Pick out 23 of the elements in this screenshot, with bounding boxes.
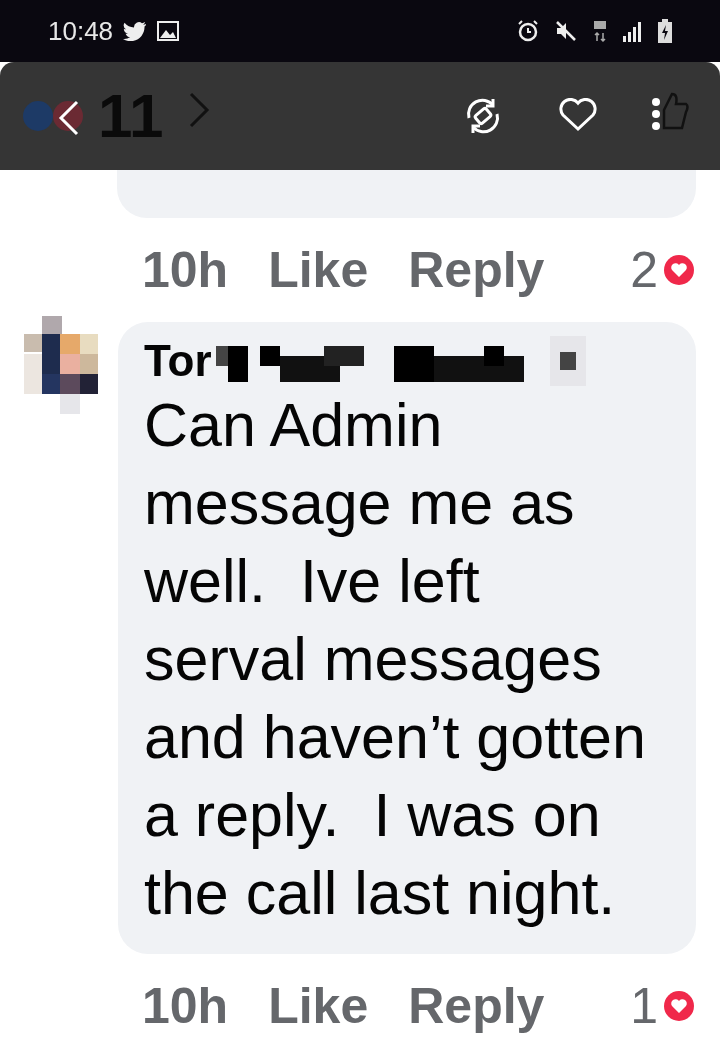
- author-name[interactable]: Tor: [144, 336, 212, 386]
- heart-icon[interactable]: [558, 98, 598, 132]
- battery-icon: [658, 19, 672, 43]
- reply-link[interactable]: Reply: [408, 241, 545, 299]
- heart-reaction-icon: [664, 255, 694, 285]
- like-link[interactable]: Like: [268, 977, 369, 1035]
- comment-time: 10h: [142, 977, 229, 1035]
- comment-text: Can Admin message me as well. Ive left serval messages and haven’t gotten a reply. I was on the call last night.: [144, 390, 647, 929]
- reaction-icons: [22, 100, 86, 132]
- image-icon: [157, 21, 180, 41]
- alarm-icon: [516, 19, 540, 43]
- comment-time: 10h: [142, 241, 229, 299]
- reply-link[interactable]: Reply: [408, 977, 545, 1035]
- heart-reaction-icon: [664, 991, 694, 1021]
- status-time: 10:48: [48, 15, 114, 47]
- mute-icon: [554, 19, 578, 43]
- back-chevron-icon[interactable]: [58, 100, 80, 136]
- bird-icon: [123, 21, 148, 41]
- reaction-count: 1: [630, 977, 658, 1035]
- data-icon: [592, 19, 608, 43]
- like-link[interactable]: Like: [268, 241, 369, 299]
- signal-icon: [622, 20, 644, 42]
- reaction-count: 2: [630, 241, 658, 299]
